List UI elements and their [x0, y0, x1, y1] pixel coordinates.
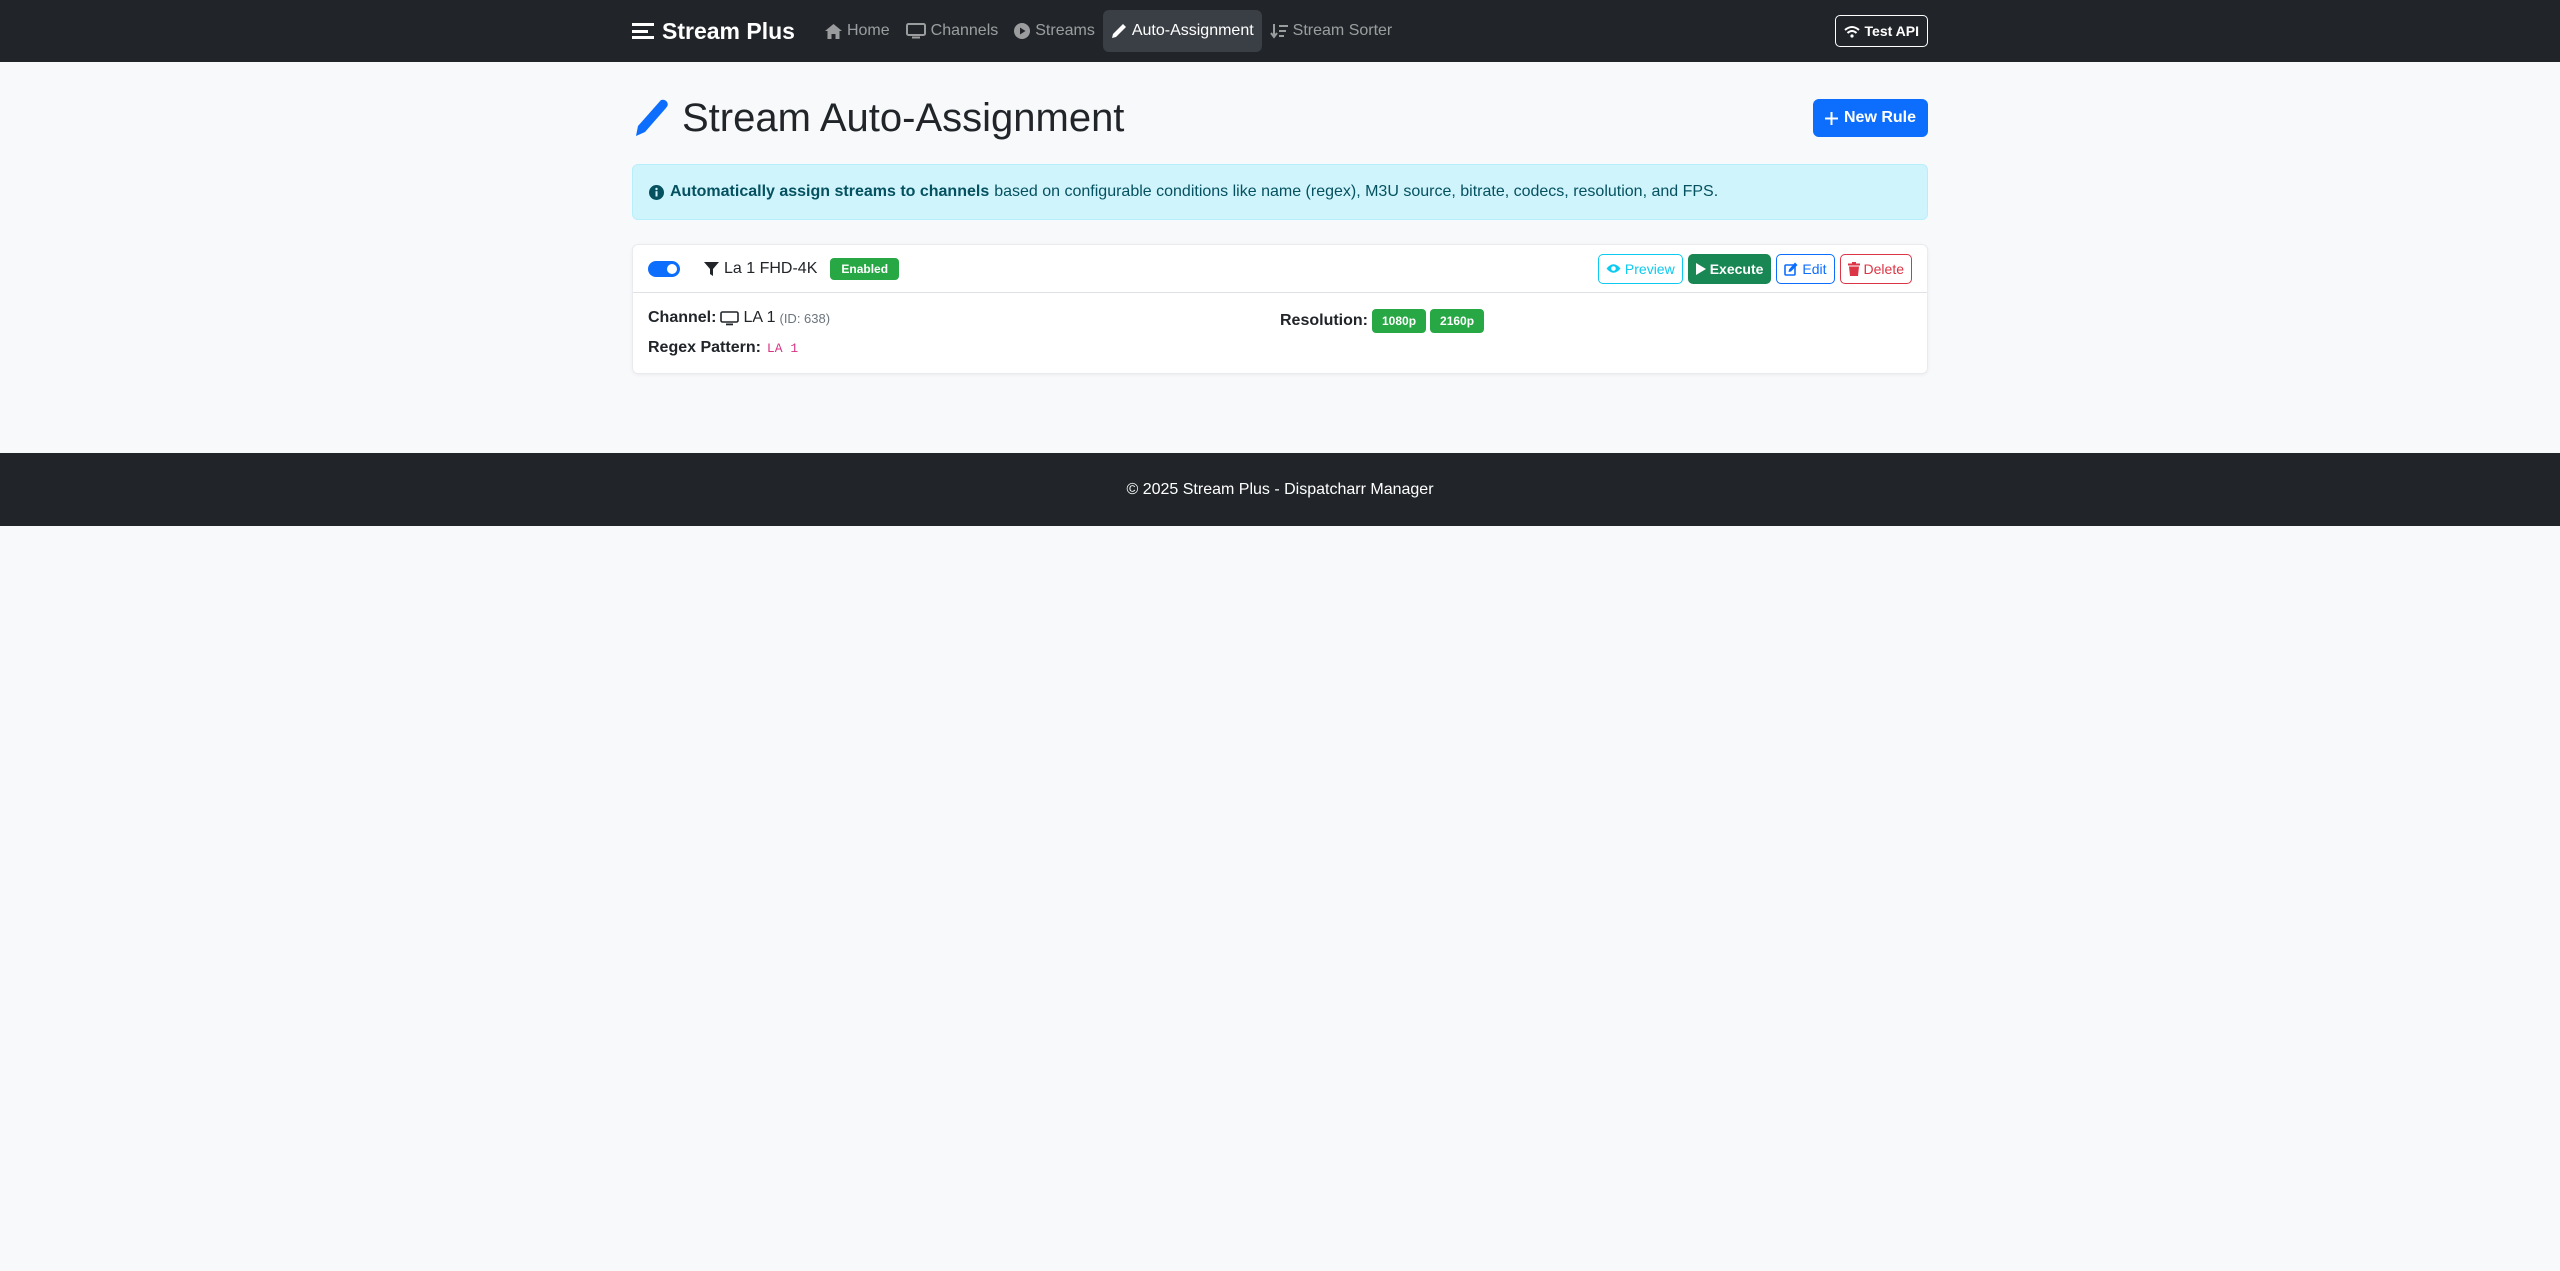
nav-item-stream-sorter[interactable]: Stream Sorter — [1262, 10, 1401, 52]
filter-icon — [704, 261, 719, 276]
delete-button[interactable]: Delete — [1839, 253, 1912, 284]
rule-name: La 1 FHD-4K — [704, 260, 817, 278]
rule-enabled-toggle[interactable] — [648, 260, 680, 277]
footer-text: © 2025 Stream Plus - Dispatcharr Manager — [1126, 480, 1434, 498]
wifi-icon — [1843, 25, 1860, 38]
nav-item-channels[interactable]: Channels — [898, 10, 1007, 52]
rule-card-body: Channel: LA 1 (ID: 638) Regex Pattern: L… — [633, 293, 1927, 373]
nav-item-auto-assignment[interactable]: Auto-Assignment — [1102, 10, 1262, 52]
tv-icon — [720, 310, 740, 325]
status-badge: Enabled — [830, 257, 900, 280]
nav-label-channels: Channels — [930, 22, 999, 39]
play-icon — [1695, 262, 1706, 275]
resolution-row: Resolution: 1080p 2160p — [1280, 309, 1912, 333]
rule-card-header: La 1 FHD-4K Enabled Preview Execute Edit — [633, 245, 1927, 293]
rule-actions: Preview Execute Edit Delete — [1597, 253, 1912, 284]
eye-icon — [1606, 264, 1621, 273]
sort-icon — [1269, 24, 1288, 39]
pencil-icon — [1111, 24, 1126, 38]
resolution-label: Resolution: — [1280, 312, 1368, 329]
main-nav: Home Channels Streams Auto-Assignment St… — [817, 0, 1400, 62]
tv-icon — [905, 23, 926, 39]
nav-label-stream-sorter: Stream Sorter — [1292, 22, 1393, 39]
edit-icon — [1784, 262, 1798, 276]
info-circle-icon — [649, 184, 664, 200]
test-api-label: Test API — [1864, 23, 1919, 39]
plus-icon — [1824, 111, 1838, 125]
regex-row: Regex Pattern: LA 1 — [648, 339, 1280, 357]
new-rule-button[interactable]: New Rule — [1812, 99, 1928, 137]
info-alert: Automatically assign streams to channels… — [632, 164, 1928, 220]
alert-text: based on configurable conditions like na… — [994, 183, 1719, 200]
channel-id: (ID: 638) — [779, 310, 831, 326]
page-title: Stream Auto-Assignment — [632, 96, 1124, 141]
nav-label-home: Home — [846, 22, 890, 39]
menu-icon — [632, 23, 654, 39]
regex-label: Regex Pattern: — [648, 339, 761, 356]
main-container: Stream Auto-Assignment New Rule Automati… — [632, 62, 1928, 374]
brand-name: Stream Plus — [662, 17, 795, 44]
rule-name-text: La 1 FHD-4K — [724, 259, 818, 277]
rule-right-column: Resolution: 1080p 2160p — [1280, 309, 1912, 357]
rule-card: La 1 FHD-4K Enabled Preview Execute Edit — [632, 244, 1928, 374]
preview-label: Preview — [1624, 260, 1675, 277]
home-icon — [824, 23, 842, 39]
play-circle-icon — [1014, 23, 1031, 39]
resolution-badge: 2160p — [1430, 309, 1485, 333]
delete-label: Delete — [1863, 260, 1904, 277]
preview-button[interactable]: Preview — [1597, 253, 1683, 284]
brand-link[interactable]: Stream Plus — [632, 18, 795, 45]
nav-item-streams[interactable]: Streams — [1006, 10, 1103, 52]
resolution-badge: 1080p — [1372, 309, 1427, 333]
test-api-button[interactable]: Test API — [1834, 15, 1928, 47]
edit-button[interactable]: Edit — [1776, 253, 1835, 284]
rule-left-column: Channel: LA 1 (ID: 638) Regex Pattern: L… — [648, 309, 1280, 357]
channel-label: Channel: — [648, 309, 717, 326]
edit-label: Edit — [1802, 260, 1827, 277]
trash-icon — [1847, 261, 1860, 276]
page-header: Stream Auto-Assignment New Rule — [632, 62, 1928, 164]
pencil-icon — [636, 99, 668, 136]
nav-label-streams: Streams — [1035, 22, 1095, 39]
nav-item-home[interactable]: Home — [817, 10, 898, 52]
page-footer: © 2025 Stream Plus - Dispatcharr Manager — [0, 453, 2560, 526]
page-title-text: Stream Auto-Assignment — [682, 95, 1125, 140]
regex-pattern: LA 1 — [766, 340, 799, 356]
execute-label: Execute — [1709, 260, 1764, 277]
channel-row: Channel: LA 1 (ID: 638) — [648, 309, 1280, 327]
alert-strong-text: Automatically assign streams to channels — [670, 183, 990, 200]
channel-name: LA 1 — [743, 309, 776, 326]
new-rule-label: New Rule — [1843, 109, 1916, 126]
nav-label-auto-assignment: Auto-Assignment — [1131, 22, 1254, 39]
top-navbar: Stream Plus Home Channels Streams Auto-A… — [0, 0, 2560, 62]
execute-button[interactable]: Execute — [1687, 253, 1772, 284]
